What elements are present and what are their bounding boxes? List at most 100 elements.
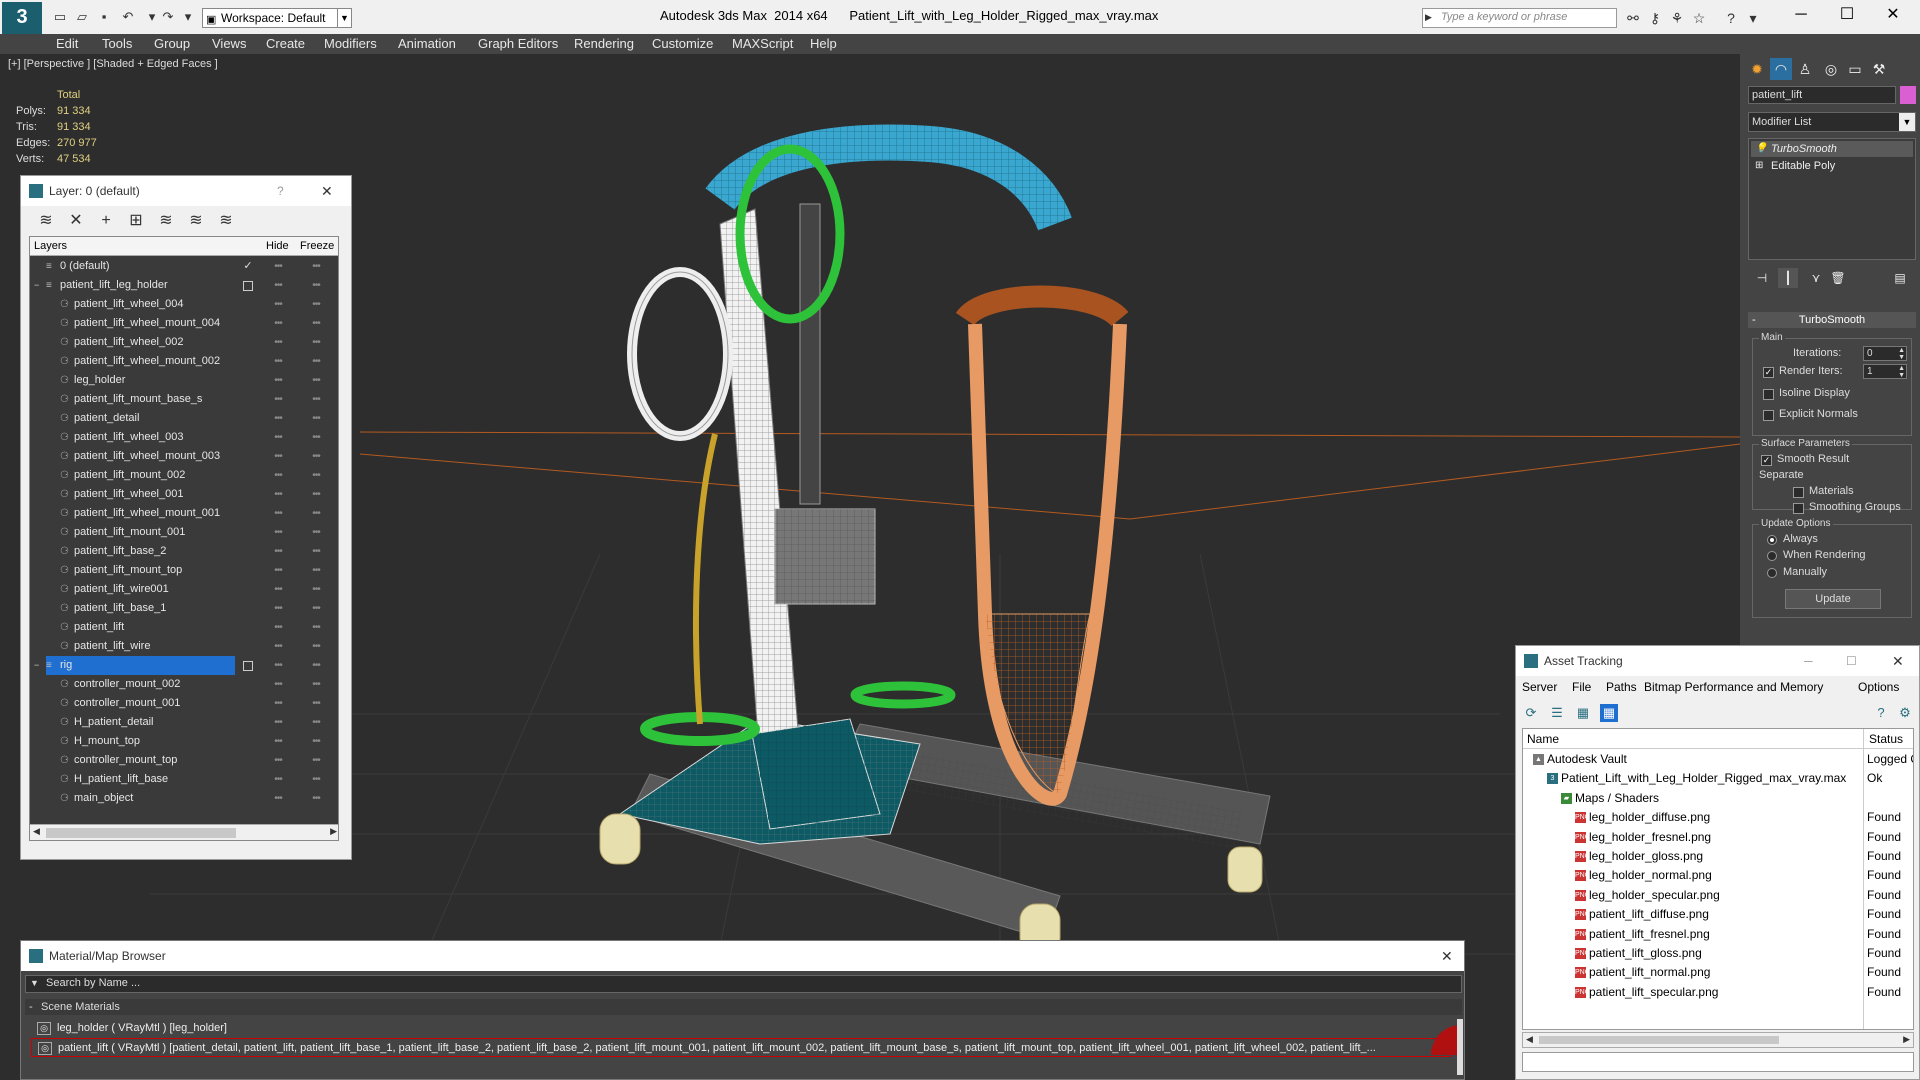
col-name[interactable]: Name bbox=[1527, 732, 1559, 746]
hide-toggle[interactable]: ••• bbox=[268, 447, 288, 466]
hide-toggle[interactable]: ••• bbox=[268, 390, 288, 409]
hide-toggle[interactable]: ••• bbox=[268, 580, 288, 599]
layer-name-cell[interactable]: ⚆ H_patient_lift_base bbox=[46, 770, 235, 789]
layer-name-cell[interactable]: ⚆ H_mount_top bbox=[46, 732, 235, 751]
layer-name-cell[interactable]: ⚆ controller_mount_top bbox=[46, 751, 235, 770]
layer-row[interactable]: − ≡ rig ••• ••• bbox=[30, 656, 338, 675]
favorites-icon[interactable]: ☆ bbox=[1690, 9, 1708, 27]
layer-row[interactable]: ⚆ patient_lift_wheel_mount_003 ••• ••• bbox=[30, 447, 338, 466]
hide-toggle[interactable]: ••• bbox=[268, 504, 288, 523]
asset-path-field[interactable] bbox=[1522, 1052, 1914, 1072]
layer-row[interactable]: ⚆ H_patient_lift_base ••• ••• bbox=[30, 770, 338, 789]
layer-name-cell[interactable]: ⚆ leg_holder bbox=[46, 371, 235, 390]
table-view-icon[interactable]: ▦ bbox=[1574, 704, 1592, 722]
hide-toggle[interactable]: ••• bbox=[268, 561, 288, 580]
object-name-field[interactable]: patient_lift bbox=[1748, 86, 1896, 104]
menu-modifiers[interactable]: Modifiers bbox=[324, 34, 377, 54]
scroll-left-icon[interactable]: ◀ bbox=[1526, 1034, 1533, 1045]
freeze-toggle[interactable]: ••• bbox=[306, 466, 326, 485]
hide-toggle[interactable]: ••• bbox=[268, 675, 288, 694]
scroll-right-icon[interactable]: ▶ bbox=[1903, 1034, 1910, 1045]
hide-toggle[interactable]: ••• bbox=[268, 713, 288, 732]
scrollbar-thumb[interactable] bbox=[46, 828, 236, 838]
freeze-toggle[interactable]: ••• bbox=[306, 390, 326, 409]
hide-toggle[interactable]: ••• bbox=[268, 466, 288, 485]
lightbulb-icon[interactable]: 💡 bbox=[1755, 141, 1767, 157]
freeze-toggle[interactable]: ••• bbox=[306, 656, 326, 675]
layer-name-cell[interactable]: ⚆ patient_lift_wheel_001 bbox=[46, 485, 235, 504]
freeze-toggle[interactable]: ••• bbox=[306, 599, 326, 618]
menu-options[interactable]: Options bbox=[1858, 680, 1899, 694]
asset-tracking-titlebar[interactable]: Asset Tracking ─ ☐ ✕ bbox=[1516, 646, 1919, 676]
select-objects-icon[interactable]: ⊞ bbox=[125, 210, 147, 232]
stack-item-editable-poly[interactable]: ⊞ Editable Poly bbox=[1751, 158, 1913, 174]
asset-row[interactable]: PNG leg_holder_gloss.png Found bbox=[1523, 847, 1913, 866]
spinner-arrows-icon[interactable]: ▲ ▼ bbox=[1898, 365, 1905, 379]
refresh-icon[interactable]: ⟳ bbox=[1522, 704, 1540, 722]
hide-toggle[interactable]: ••• bbox=[268, 409, 288, 428]
layer-name-cell[interactable]: ⚆ patient_lift_mount_base_s bbox=[46, 390, 235, 409]
layer-name-cell[interactable]: ⚆ controller_mount_001 bbox=[46, 694, 235, 713]
layer-name-cell[interactable]: ⚆ patient_detail bbox=[46, 409, 235, 428]
horizontal-scrollbar[interactable]: ◀ ▶ bbox=[30, 824, 338, 840]
material-browser-titlebar[interactable]: Material/Map Browser ✕ bbox=[21, 941, 1464, 971]
layer-row[interactable]: ⚆ patient_lift ••• ••• bbox=[30, 618, 338, 637]
hide-toggle[interactable]: ••• bbox=[268, 352, 288, 371]
browser-options-icon[interactable]: ▼ bbox=[30, 978, 39, 988]
active-layer-check-icon[interactable]: ✓ bbox=[240, 257, 256, 276]
freeze-toggle[interactable]: ••• bbox=[306, 580, 326, 599]
layer-row[interactable]: ⚆ patient_lift_mount_002 ••• ••• bbox=[30, 466, 338, 485]
search-input[interactable]: ▶ Type a keyword or phrase bbox=[1422, 8, 1617, 28]
maximize-icon[interactable]: ☐ bbox=[1846, 646, 1857, 676]
menu-bitmap-performance[interactable]: Bitmap Performance and Memory bbox=[1644, 680, 1823, 694]
hide-toggle[interactable]: ••• bbox=[268, 333, 288, 352]
settings-icon[interactable]: ⚙ bbox=[1896, 704, 1914, 722]
smoothing-groups-checkbox[interactable] bbox=[1793, 503, 1804, 514]
search-options-icon[interactable]: ▶ bbox=[1425, 12, 1432, 23]
show-end-result-icon[interactable]: ┃ bbox=[1778, 268, 1798, 288]
freeze-toggle[interactable]: ••• bbox=[306, 713, 326, 732]
layer-name-cell[interactable]: ⚆ patient_lift_wheel_004 bbox=[46, 295, 235, 314]
turbosmooth-rollout-header[interactable]: - TurboSmooth bbox=[1748, 312, 1916, 328]
freeze-toggle[interactable]: ••• bbox=[306, 751, 326, 770]
material-item[interactable]: ◎ patient_lift ( VRayMtl ) [patient_deta… bbox=[31, 1038, 1451, 1057]
hide-toggle[interactable]: ••• bbox=[268, 656, 288, 675]
asset-row[interactable]: ▰ Maps / Shaders bbox=[1523, 789, 1913, 808]
vertical-scrollbar[interactable] bbox=[1457, 1019, 1463, 1075]
freeze-toggle[interactable]: ••• bbox=[306, 295, 326, 314]
layer-name-cell[interactable]: ⚆ patient_lift bbox=[46, 618, 235, 637]
always-radio[interactable] bbox=[1767, 535, 1777, 545]
scroll-right-icon[interactable]: ▶ bbox=[330, 826, 337, 837]
layer-row[interactable]: ⚆ patient_lift_base_1 ••• ••• bbox=[30, 599, 338, 618]
create-tab-icon[interactable]: ✹ bbox=[1746, 58, 1768, 80]
key-icon[interactable]: ⚷ bbox=[1646, 9, 1664, 27]
layer-name-cell[interactable]: ⚆ patient_lift_wheel_mount_001 bbox=[46, 504, 235, 523]
help-icon[interactable]: ? bbox=[1722, 9, 1740, 27]
spinner-arrows-icon[interactable]: ▲ ▼ bbox=[1898, 347, 1905, 361]
layer-row[interactable]: ⚆ patient_lift_wheel_003 ••• ••• bbox=[30, 428, 338, 447]
minimize-icon[interactable]: ─ bbox=[1778, 0, 1824, 30]
col-freeze[interactable]: Freeze bbox=[300, 240, 334, 252]
scroll-left-icon[interactable]: ◀ bbox=[33, 826, 40, 837]
add-to-layer-icon[interactable]: + bbox=[95, 210, 117, 232]
hide-toggle[interactable]: ••• bbox=[268, 485, 288, 504]
col-hide[interactable]: Hide bbox=[266, 240, 289, 252]
asset-row[interactable]: PNG leg_holder_specular.png Found bbox=[1523, 886, 1913, 905]
hide-toggle[interactable]: ••• bbox=[268, 371, 288, 390]
hide-toggle[interactable]: ••• bbox=[268, 751, 288, 770]
manually-radio[interactable] bbox=[1767, 568, 1777, 578]
freeze-toggle[interactable]: ••• bbox=[306, 409, 326, 428]
layer-row[interactable]: ⚆ patient_lift_wire ••• ••• bbox=[30, 637, 338, 656]
layer-row[interactable]: ⚆ controller_mount_001 ••• ••• bbox=[30, 694, 338, 713]
hide-toggle[interactable]: ••• bbox=[268, 789, 288, 808]
menu-paths[interactable]: Paths bbox=[1606, 680, 1637, 694]
layer-name-cell[interactable]: ⚆ patient_lift_wire bbox=[46, 637, 235, 656]
menu-file[interactable]: File bbox=[1572, 680, 1591, 694]
hide-all-icon[interactable]: ≋ bbox=[185, 210, 207, 232]
layer-row[interactable]: − ≡ patient_lift_leg_holder ••• ••• bbox=[30, 276, 338, 295]
highlight-layer-icon[interactable]: ≋ bbox=[155, 210, 177, 232]
asset-row[interactable]: PNG leg_holder_normal.png Found bbox=[1523, 866, 1913, 885]
redo-icon[interactable]: ↷ bbox=[160, 9, 176, 25]
col-status[interactable]: Status bbox=[1869, 732, 1903, 746]
layer-row[interactable]: ⚆ controller_mount_002 ••• ••• bbox=[30, 675, 338, 694]
